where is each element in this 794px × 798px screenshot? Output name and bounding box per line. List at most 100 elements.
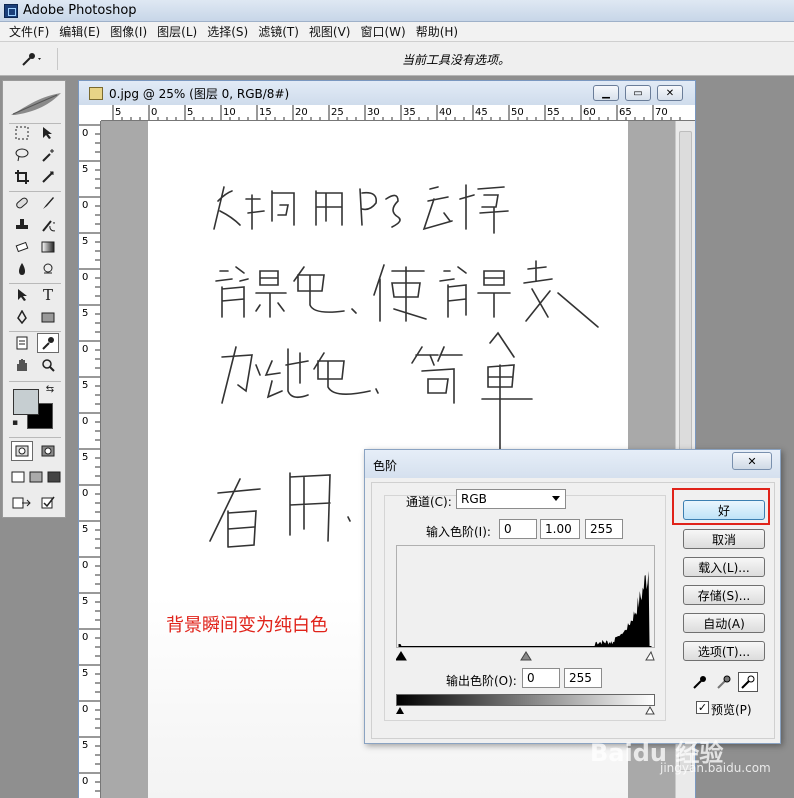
annotation-caption: 背景瞬间变为纯白色 <box>166 615 328 636</box>
notes-icon[interactable] <box>11 333 33 353</box>
marquee-icon[interactable] <box>11 123 33 143</box>
ruler-label: 0 <box>82 344 88 355</box>
ruler-label: 25 <box>331 107 344 118</box>
path-select-icon[interactable] <box>11 285 33 305</box>
dialog-close-button[interactable]: ✕ <box>732 452 772 470</box>
lasso-icon[interactable] <box>11 145 33 165</box>
eyedropper-tool-icon[interactable] <box>37 333 59 353</box>
eyedropper-icon <box>22 53 41 66</box>
ruler-label: 35 <box>403 107 416 118</box>
black-eyedropper-icon[interactable] <box>690 672 710 692</box>
ruler-label: 5 <box>187 107 193 118</box>
image-file-icon <box>89 86 103 100</box>
swap-colors-icon[interactable]: ⇆ <box>43 383 57 395</box>
screen-mode-full-icon[interactable] <box>43 467 65 487</box>
checkmark-icon: ✓ <box>697 701 708 714</box>
menu-select[interactable]: 选择(S) <box>202 23 253 40</box>
cancel-button[interactable]: 取消 <box>683 529 765 549</box>
quick-mask-icon[interactable] <box>37 441 59 461</box>
ruler-label: 0 <box>82 488 88 499</box>
shape-icon[interactable] <box>37 307 59 327</box>
ruler-label: 15 <box>259 107 272 118</box>
eraser-icon[interactable] <box>11 237 33 257</box>
ruler-label: 0 <box>82 416 88 427</box>
ruler-label: 5 <box>82 596 88 607</box>
auto-button[interactable]: 自动(A) <box>683 613 765 633</box>
ruler-label: 45 <box>475 107 488 118</box>
ruler-label: 5 <box>82 380 88 391</box>
stamp-icon[interactable] <box>11 215 33 235</box>
tool-preset-picker[interactable] <box>8 48 58 70</box>
ruler-label: 0 <box>82 704 88 715</box>
checklist-icon[interactable] <box>37 493 59 513</box>
minimize-button[interactable]: ▁ <box>593 85 619 101</box>
output-black-handle[interactable] <box>396 707 404 714</box>
output-white-field[interactable]: 255 <box>564 668 602 688</box>
menu-edit[interactable]: 编辑(E) <box>54 23 105 40</box>
input-black-handle[interactable] <box>396 651 407 661</box>
levels-dialog-title: 色阶 <box>373 459 398 473</box>
standard-mode-icon[interactable] <box>11 441 33 461</box>
ruler-label: 30 <box>367 107 380 118</box>
history-brush-icon[interactable] <box>37 215 59 235</box>
ruler-label: 5 <box>82 452 88 463</box>
feather-logo-icon <box>11 93 61 115</box>
crop-icon[interactable] <box>11 167 33 187</box>
input-gamma-field[interactable]: 1.00 <box>540 519 580 539</box>
channel-label: 通道(C): <box>406 495 452 509</box>
dodge-icon[interactable] <box>37 259 59 279</box>
document-title: 0.jpg @ 25% (图层 0, RGB/8#) <box>109 86 290 101</box>
output-levels-label: 输出色阶(O): <box>446 674 517 688</box>
healing-icon[interactable] <box>11 193 33 213</box>
ok-button[interactable]: 好 <box>683 500 765 520</box>
white-eyedropper-icon[interactable] <box>738 672 758 692</box>
brush-icon[interactable] <box>37 193 59 213</box>
ruler-label: 20 <box>295 107 308 118</box>
menu-image[interactable]: 图像(I) <box>105 23 152 40</box>
hand-icon[interactable] <box>11 355 33 375</box>
input-black-field[interactable]: 0 <box>499 519 537 539</box>
menu-view[interactable]: 视图(V) <box>304 23 356 40</box>
default-colors-icon[interactable]: ▪ <box>9 417 21 429</box>
blur-icon[interactable] <box>11 259 33 279</box>
input-gamma-handle[interactable] <box>520 651 532 661</box>
close-button[interactable]: ✕ <box>657 85 683 101</box>
ruler-label: 5 <box>115 107 121 118</box>
preview-checkbox[interactable]: ✓ <box>696 701 709 714</box>
ruler-label: 5 <box>82 740 88 751</box>
output-white-handle[interactable] <box>645 705 655 715</box>
output-levels-slider[interactable] <box>396 705 655 715</box>
zoom-icon[interactable] <box>37 355 59 375</box>
ruler-label: 70 <box>655 107 668 118</box>
input-white-handle[interactable] <box>645 650 655 661</box>
jump-to-imageready-icon[interactable] <box>11 493 33 513</box>
menu-file[interactable]: 文件(F) <box>4 23 54 40</box>
output-black-field[interactable]: 0 <box>522 668 560 688</box>
options-button[interactable]: 选项(T)... <box>683 641 765 661</box>
menu-help[interactable]: 帮助(H) <box>411 23 463 40</box>
foreground-color-swatch[interactable] <box>13 389 39 415</box>
gradient-icon[interactable] <box>37 237 59 257</box>
input-levels-slider[interactable] <box>396 649 655 661</box>
magic-wand-icon[interactable] <box>37 145 59 165</box>
channel-select[interactable]: RGB <box>456 489 566 509</box>
ruler-label: 55 <box>547 107 560 118</box>
maximize-button[interactable]: ▭ <box>625 85 651 101</box>
toolbox-divider <box>9 191 61 192</box>
gray-eyedropper-icon[interactable] <box>714 672 734 692</box>
pen-icon[interactable] <box>11 307 33 327</box>
close-icon: ✕ <box>747 454 757 468</box>
menu-window[interactable]: 窗口(W) <box>355 23 410 40</box>
channel-value: RGB <box>461 492 487 506</box>
input-white-field[interactable]: 255 <box>585 519 623 539</box>
type-icon[interactable]: T <box>37 285 59 305</box>
load-button[interactable]: 载入(L)... <box>683 557 765 577</box>
slice-icon[interactable] <box>37 167 59 187</box>
menu-layer[interactable]: 图层(L) <box>152 23 202 40</box>
menu-filter[interactable]: 滤镜(T) <box>253 23 304 40</box>
levels-dialog-title-bar[interactable]: 色阶 ✕ <box>365 450 780 478</box>
save-button[interactable]: 存储(S)... <box>683 585 765 605</box>
maximize-icon: ▭ <box>633 87 643 99</box>
ruler-label: 60 <box>583 107 596 118</box>
move-icon[interactable] <box>37 123 59 143</box>
